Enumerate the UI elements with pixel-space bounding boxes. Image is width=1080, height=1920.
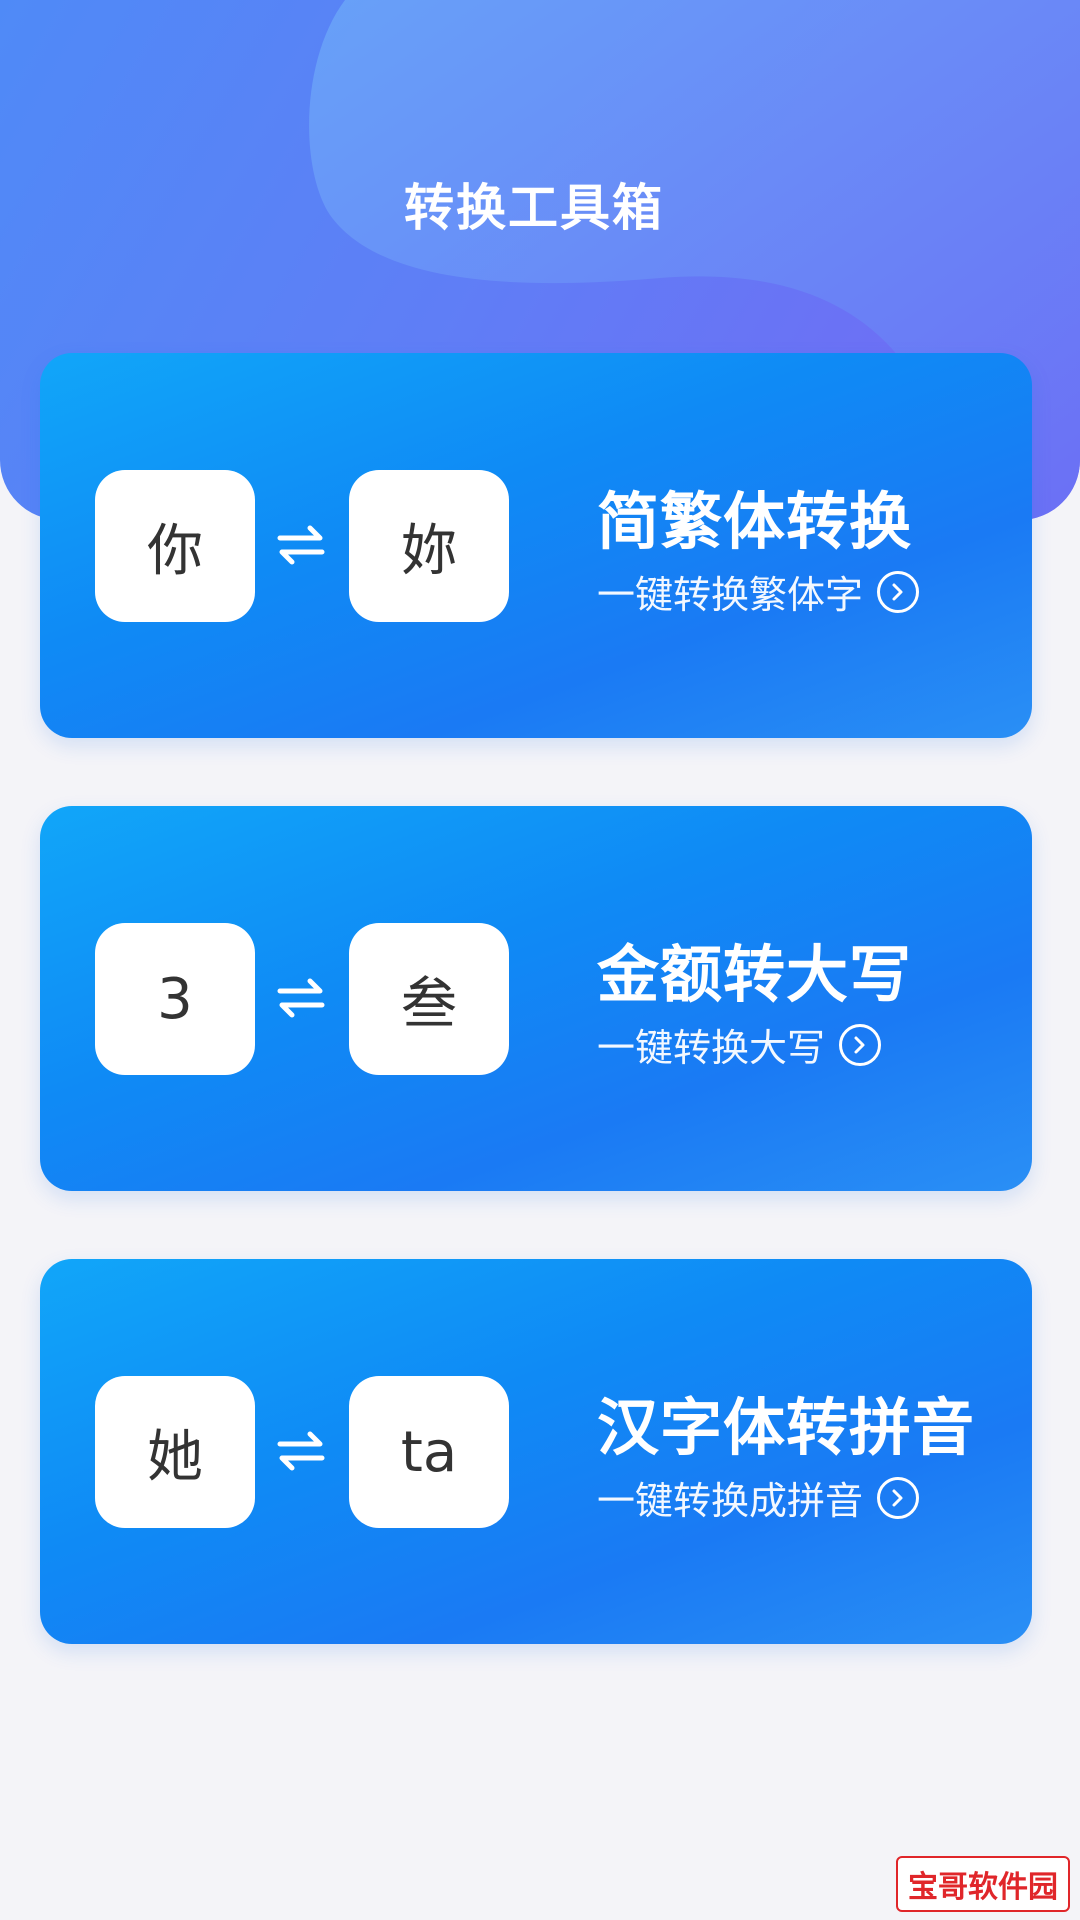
card-title: 汉字体转拼音: [597, 1391, 976, 1464]
swap-arrows-icon: [277, 978, 325, 1018]
card-pinyin-conversion[interactable]: 她 ta 汉字体转拼音 一键转换成拼音: [40, 1259, 1032, 1644]
source-char-box: 3: [95, 923, 255, 1075]
card-title: 简繁体转换: [597, 485, 913, 558]
card-action-label: 一键转换大写: [597, 1026, 826, 1070]
chevron-right-circle-icon: [877, 1476, 920, 1519]
card-traditional-conversion[interactable]: 你 妳 简繁体转换 一键转换繁体字: [40, 353, 1032, 738]
target-char-box: 妳: [349, 470, 509, 622]
swap-arrows-icon: [277, 525, 325, 565]
target-char-box: ta: [349, 1376, 509, 1528]
card-amount-uppercase[interactable]: 3 叁 金额转大写 一键转换大写: [40, 806, 1032, 1191]
watermark-logo: 宝哥软件园: [896, 1856, 1070, 1912]
chevron-right-circle-icon: [877, 570, 920, 613]
source-char-box: 你: [95, 470, 255, 622]
swap-arrows-icon: [277, 1431, 325, 1471]
target-char-box: 叁: [349, 923, 509, 1075]
card-action-link[interactable]: 一键转换成拼音: [597, 1470, 920, 1525]
card-action-link[interactable]: 一键转换繁体字: [597, 564, 920, 619]
card-action-label: 一键转换成拼音: [597, 1479, 864, 1523]
page-title: 转换工具箱: [404, 179, 664, 237]
card-action-label: 一键转换繁体字: [597, 573, 864, 617]
chevron-right-circle-icon: [839, 1023, 882, 1066]
source-char-box: 她: [95, 1376, 255, 1528]
card-title: 金额转大写: [597, 938, 913, 1011]
card-action-link[interactable]: 一键转换大写: [597, 1017, 882, 1072]
